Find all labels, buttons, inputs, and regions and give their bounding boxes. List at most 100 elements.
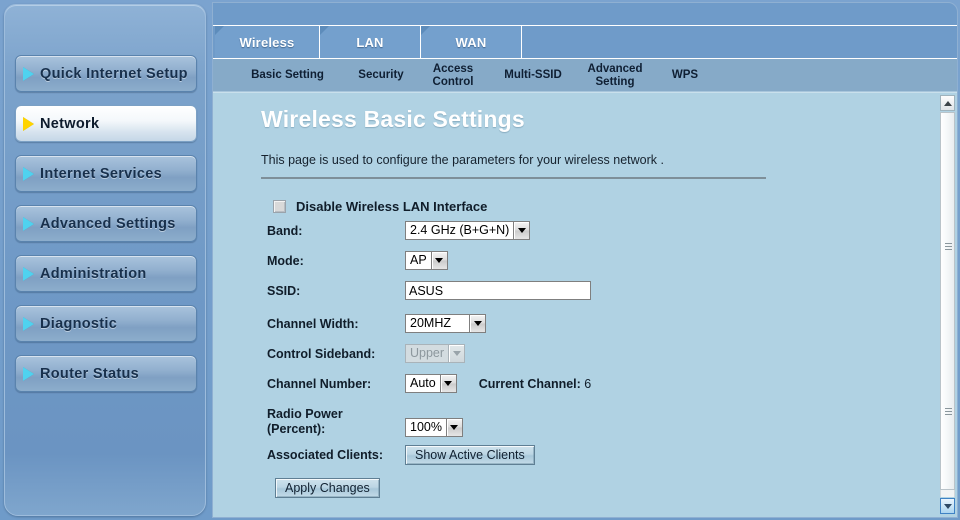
ssid-input[interactable]	[405, 281, 591, 300]
subnav-item-security[interactable]: Security	[345, 59, 417, 92]
triangle-right-icon	[23, 316, 34, 331]
page-description: This page is used to configure the param…	[261, 153, 664, 167]
channel-number-select[interactable]: Auto	[405, 374, 457, 393]
primary-tab-bar: Wireless LAN WAN	[213, 25, 957, 59]
sidebar-item-quick-internet-setup[interactable]: Quick Internet Setup	[15, 55, 197, 92]
subnav-label: Security	[358, 69, 404, 81]
show-active-clients-button[interactable]: Show Active Clients	[405, 445, 535, 465]
chevron-down-icon	[445, 418, 463, 437]
tab-corner-notch	[320, 26, 329, 35]
disable-wireless-row: Disable Wireless LAN Interface	[273, 199, 487, 214]
sidebar-item-label: Router Status	[40, 365, 139, 382]
router-admin-window: Quick Internet Setup Network Internet Se…	[0, 0, 960, 520]
band-select-value: 2.4 GHz (B+G+N)	[405, 221, 514, 240]
chevron-down-icon	[469, 314, 486, 333]
sidebar-item-label: Administration	[40, 265, 147, 282]
sidebar-item-network[interactable]: Network	[15, 105, 197, 142]
triangle-right-icon	[23, 166, 34, 181]
radio-power-select-value: 100%	[405, 418, 446, 437]
chevron-down-icon	[513, 221, 531, 240]
subnav-label: Multi-SSID	[504, 69, 562, 81]
chevron-down-icon	[439, 374, 457, 393]
triangle-right-icon	[23, 66, 34, 81]
tab-wan[interactable]: WAN	[421, 26, 522, 58]
form-row-mode: Mode: AP	[267, 251, 827, 273]
scroll-down-button[interactable]	[940, 498, 955, 514]
subnav-label: WPS	[671, 69, 699, 81]
form-row-control-sideband: Control Sideband: Upper	[267, 344, 827, 366]
triangle-down-icon	[943, 503, 952, 509]
band-select[interactable]: 2.4 GHz (B+G+N)	[405, 221, 531, 240]
triangle-right-icon	[23, 116, 34, 131]
sidebar-item-label: Advanced Settings	[40, 215, 176, 232]
radio-power-label: Radio Power (Percent):	[267, 404, 405, 437]
main-panel: Wireless LAN WAN Basic Setting Security …	[212, 2, 958, 518]
form-row-channel-width: Channel Width: 20MHZ	[267, 314, 827, 336]
control-sideband-select-value: Upper	[405, 344, 449, 363]
radio-power-select[interactable]: 100%	[405, 418, 463, 437]
ssid-label: SSID:	[267, 284, 301, 298]
sidebar-item-router-status[interactable]: Router Status	[15, 355, 197, 392]
subnav-item-access-control[interactable]: Access Control	[419, 59, 487, 92]
current-channel-note: Current Channel: 6	[479, 377, 592, 391]
secondary-nav-bar: Basic Setting Security Access Control Mu…	[213, 59, 957, 92]
chevron-down-icon	[448, 344, 466, 363]
tab-label: LAN	[356, 34, 384, 50]
sidebar-item-label: Network	[40, 115, 100, 132]
form-row-ssid: SSID:	[267, 281, 827, 303]
sidebar-item-label: Internet Services	[40, 165, 162, 182]
triangle-right-icon	[23, 366, 34, 381]
associated-clients-label: Associated Clients:	[267, 448, 384, 462]
subnav-label: Access Control	[432, 62, 474, 88]
form-row-associated-clients: Associated Clients: Show Active Clients	[267, 445, 827, 467]
scrollbar-grip-icon	[945, 243, 952, 250]
control-sideband-label: Control Sideband:	[267, 347, 376, 361]
scroll-up-button[interactable]	[940, 95, 955, 111]
vertical-scrollbar[interactable]	[939, 93, 956, 517]
disable-wireless-label: Disable Wireless LAN Interface	[296, 199, 488, 214]
form-row-channel-number: Channel Number: Auto Current Channel: 6	[267, 374, 827, 396]
tab-wireless[interactable]: Wireless	[215, 26, 320, 58]
apply-changes-button[interactable]: Apply Changes	[275, 478, 380, 498]
sidebar-item-advanced-settings[interactable]: Advanced Settings	[15, 205, 197, 242]
content-area: Wireless Basic Settings This page is use…	[213, 92, 957, 517]
mode-select[interactable]: AP	[405, 251, 448, 270]
tab-label: Wireless	[239, 34, 295, 50]
channel-number-label: Channel Number:	[267, 377, 372, 391]
subnav-item-advanced-setting[interactable]: Advanced Setting	[576, 59, 654, 92]
radio-power-label-line1: Radio Power	[267, 407, 343, 421]
scrollbar-grip-icon	[945, 408, 952, 415]
subnav-item-wps[interactable]: WPS	[661, 59, 709, 92]
wireless-settings-form: Band: 2.4 GHz (B+G+N) Mode: AP SSID: ASU…	[267, 221, 827, 475]
tab-lan[interactable]: LAN	[320, 26, 421, 58]
channel-width-select-value: 20MHZ	[405, 314, 469, 333]
current-channel-value: 6	[584, 376, 592, 391]
subnav-item-multi-ssid[interactable]: Multi-SSID	[492, 59, 574, 92]
control-sideband-select: Upper	[405, 344, 466, 363]
sidebar-item-label: Diagnostic	[40, 315, 118, 332]
channel-width-select[interactable]: 20MHZ	[405, 314, 486, 333]
chevron-down-icon	[430, 251, 448, 270]
scrollbar-thumb[interactable]	[940, 112, 955, 490]
subnav-item-basic-setting[interactable]: Basic Setting	[235, 59, 340, 92]
apply-row: Apply Changes	[275, 478, 380, 498]
sidebar-nav-list: Quick Internet Setup Network Internet Se…	[15, 55, 197, 405]
channel-width-label: Channel Width:	[267, 317, 359, 331]
sidebar-item-internet-services[interactable]: Internet Services	[15, 155, 197, 192]
tab-corner-notch	[421, 26, 430, 35]
form-row-radio-power: Radio Power (Percent): 100%	[267, 404, 827, 437]
triangle-right-icon	[23, 216, 34, 231]
current-channel-label: Current Channel:	[478, 376, 581, 391]
channel-number-select-value: Auto	[405, 374, 440, 393]
mode-select-value: AP	[405, 251, 431, 270]
subnav-label: Advanced Setting	[587, 62, 643, 88]
tab-label: WAN	[455, 34, 487, 50]
section-divider	[261, 177, 766, 179]
radio-power-label-line2: (Percent):	[267, 422, 326, 436]
sidebar-item-diagnostic[interactable]: Diagnostic	[15, 305, 197, 342]
disable-wireless-checkbox[interactable]	[273, 200, 286, 213]
band-label: Band:	[267, 224, 303, 238]
triangle-up-icon	[943, 100, 952, 106]
sidebar: Quick Internet Setup Network Internet Se…	[4, 4, 206, 516]
sidebar-item-administration[interactable]: Administration	[15, 255, 197, 292]
